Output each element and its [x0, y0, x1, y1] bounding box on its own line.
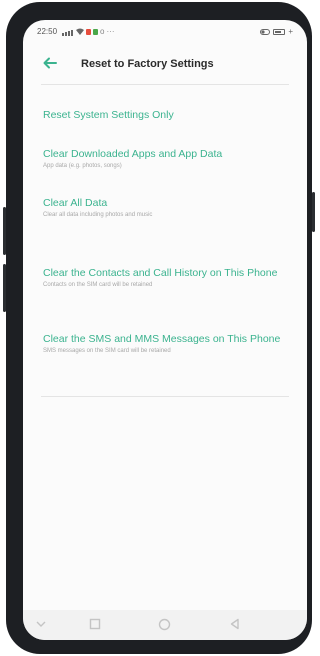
toggle-icon — [260, 28, 271, 35]
menu-icon[interactable] — [35, 618, 47, 630]
status-left: 22:50 o ··· — [37, 27, 114, 36]
option-clear-sms-mms[interactable]: Clear the SMS and MMS Messages on This P… — [43, 332, 293, 354]
status-time: 22:50 — [37, 27, 58, 36]
notification-dot-icon: o — [100, 27, 105, 36]
signal-icon — [62, 27, 74, 36]
back-arrow-icon — [43, 57, 57, 69]
status-bar: 22:50 o ··· + — [23, 20, 307, 42]
option-clear-downloaded-apps[interactable]: Clear Downloaded Apps and App Data App d… — [43, 147, 293, 169]
power-button — [312, 192, 315, 232]
notification-app-icon — [86, 28, 92, 35]
option-label: Clear All Data — [43, 197, 108, 209]
volume-button — [3, 264, 6, 312]
option-description: Contacts on the SIM card will be retaine… — [43, 282, 153, 288]
option-label: Clear the Contacts and Call History on T… — [43, 267, 278, 279]
battery-icon — [273, 28, 286, 35]
header-divider — [41, 84, 289, 85]
phone-frame: 22:50 o ··· + Reset to Factory Settings … — [3, 2, 315, 654]
back-icon[interactable] — [229, 618, 241, 630]
charging-icon: + — [288, 27, 293, 36]
recents-icon[interactable] — [89, 618, 101, 630]
back-button[interactable] — [39, 52, 61, 74]
option-description: App data (e.g. photos, songs) — [43, 163, 122, 169]
home-icon[interactable] — [158, 618, 171, 631]
page-title: Reset to Factory Settings — [81, 58, 214, 70]
option-description: SMS messages on the SIM card will be ret… — [43, 348, 171, 354]
option-clear-contacts[interactable]: Clear the Contacts and Call History on T… — [43, 266, 293, 288]
header: Reset to Factory Settings — [23, 48, 307, 78]
option-clear-all-data[interactable]: Clear All Data Clear all data including … — [43, 196, 293, 218]
screen: 22:50 o ··· + Reset to Factory Settings … — [23, 20, 307, 640]
option-description: Clear all data including photos and musi… — [43, 212, 153, 218]
option-label: Clear Downloaded Apps and App Data — [43, 148, 223, 160]
navigation-bar — [23, 610, 307, 640]
volume-button — [3, 207, 6, 255]
wifi-icon — [76, 28, 85, 35]
option-label: Reset System Settings Only — [43, 109, 174, 121]
more-icon: ··· — [106, 27, 115, 36]
notification-app-icon — [93, 28, 99, 35]
status-right: + — [260, 27, 293, 36]
list-bottom-divider — [41, 396, 289, 397]
option-reset-system-settings[interactable]: Reset System Settings Only — [43, 108, 293, 122]
option-label: Clear the SMS and MMS Messages on This P… — [43, 333, 281, 345]
